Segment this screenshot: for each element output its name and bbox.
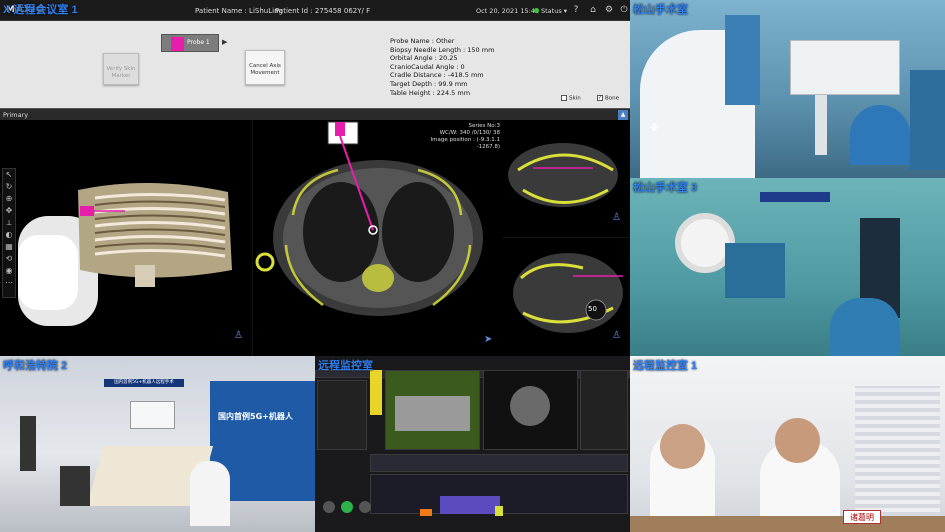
timeline-bar (440, 496, 500, 514)
series-line: Series No:3 (468, 123, 501, 129)
conference-banner: 国内首例5G+机器人远程手术 (104, 379, 184, 387)
probe-info: Probe Name : Other Biopsy Needle Length … (390, 37, 494, 97)
video-feed-or-2: 松山手术室 3 (630, 178, 945, 356)
layout-tool-icon[interactable]: ▦ (3, 241, 15, 253)
status-label: Status (541, 7, 562, 15)
wall-banner (760, 192, 830, 202)
video-feed-conference-1: 国内首例5G+机器人 国内首例5G+机器人远程手术 呼和浩特院 2 (0, 356, 315, 532)
video-feed-monitor: 远程监控室 (315, 356, 630, 532)
patient-name: Patient Name : LiShuLing (195, 7, 283, 15)
cancel-axis-movement-button[interactable]: Cancel Axis Movement (245, 50, 285, 85)
left-lung (303, 182, 379, 282)
navigation-software: MAXIO Patient Name : LiShuLing Patient I… (0, 0, 630, 356)
reset-tool-icon[interactable]: ⟲ (3, 253, 15, 265)
control-panel: Probe 1 ▶ Verify Skin Marker Cancel Axis… (0, 21, 630, 108)
home-icon[interactable]: ⌂ (588, 5, 598, 15)
feed-caption: X 远程会议室 1 (3, 4, 78, 16)
video-feed-conference-2: 远程监控室 1 (630, 356, 945, 532)
status-dot-icon (534, 8, 539, 13)
info-line: Biopsy Needle Length : 150 mm (390, 45, 495, 54)
orientation-figure-icon: ♙ (612, 212, 621, 223)
bone-checkbox[interactable]: ✓ Bone (597, 95, 619, 102)
primary-bar: Primary ▲ (0, 108, 630, 120)
orientation-figure-icon: ♙ (612, 330, 621, 341)
right-lung (382, 182, 454, 282)
more-tool-icon[interactable]: ⋯ (3, 277, 15, 289)
next-probe-icon[interactable]: ▶ (222, 38, 227, 46)
series-line: Image position : (-9.3.1.1 -1267.8) (430, 137, 500, 150)
feed-caption: 远程监控室 1 (633, 360, 698, 372)
control-knob-icon (323, 501, 335, 513)
info-line: Table Height : 224.5 mm (390, 88, 471, 97)
window-blinds (855, 386, 940, 516)
help-icon[interactable]: ? (571, 5, 581, 15)
feed-caption: 松山手术室 (633, 4, 688, 16)
coronal-view[interactable] (503, 120, 630, 237)
sagittal-view[interactable] (503, 238, 630, 356)
info-line: Target Depth : 99.9 mm (390, 79, 468, 88)
doctor (190, 461, 230, 526)
probe-selector[interactable]: Probe 1 (161, 34, 219, 52)
verify-skin-marker-button[interactable]: Verify Skin Marker (103, 53, 139, 85)
zoom-tool-icon[interactable]: ⊕ (3, 193, 15, 205)
skin-label: Skin (569, 95, 581, 102)
settings-icon[interactable]: ⚙ (604, 5, 614, 15)
info-line: Probe Name : Other (390, 37, 455, 45)
feed-caption: 松山手术室 3 (633, 182, 698, 194)
info-line: CranioCaudal Angle : 0 (390, 62, 465, 71)
power-icon[interactable]: ⏻ (619, 5, 629, 15)
series-info: Series No:3 WC/W: 340 /0/130/ 38 Image p… (420, 123, 500, 151)
primary-label: Primary (3, 111, 29, 119)
viewer-toolbar: ↖ ↻ ⊕ ✥ ⟂ ◐ ▦ ⟲ ◉ ⋯ (2, 168, 16, 298)
name-plate: 诸葛明 (843, 510, 881, 524)
wall-text: 国内首例5G+机器人 (218, 412, 293, 421)
datetime: Oct 20, 2021 15:42 (476, 7, 540, 15)
title-bar: MAXIO Patient Name : LiShuLing Patient I… (0, 0, 630, 21)
axial-ct-view[interactable] (253, 120, 503, 356)
capture-tool-icon[interactable]: ◉ (3, 265, 15, 277)
status-menu[interactable]: Status ▾ (534, 7, 567, 15)
orientation-arrow-icon: ➤ (484, 334, 493, 345)
pan-tool-icon[interactable]: ✥ (3, 205, 15, 217)
vertebra (362, 264, 394, 292)
surgeon (850, 105, 910, 165)
3d-view[interactable] (0, 120, 252, 356)
desk (630, 516, 945, 532)
rotate-tool-icon[interactable]: ↻ (3, 181, 15, 193)
pointer-tool-icon[interactable]: ↖ (3, 169, 15, 181)
collapse-icon[interactable]: ▲ (618, 110, 628, 120)
probe-label: Probe 1 (187, 39, 210, 46)
measure-tool-icon[interactable]: ⟂ (3, 217, 15, 229)
bone-label: Bone (605, 95, 620, 102)
window-tool-icon[interactable]: ◐ (3, 229, 15, 241)
video-feed-or-1: ✥ 松山手术室 (630, 0, 945, 178)
probe-icon (171, 37, 184, 51)
patient-id: Patient Id : 275458 062Y/ F (275, 7, 371, 15)
skin-checkbox[interactable]: Skin (561, 95, 581, 102)
series-line: WC/W: 340 /0/130/ 38 (439, 130, 500, 136)
info-line: Orbital Angle : 20.25 (390, 54, 458, 63)
feed-caption: 远程监控室 (318, 360, 373, 372)
robot-arm (790, 40, 900, 95)
move-icon: ✥ (650, 123, 659, 134)
info-line: Cradle Distance : -418.5 mm (390, 71, 484, 80)
angle-badge: 50 (588, 305, 597, 313)
feed-caption: 呼和浩特院 2 (3, 360, 68, 372)
orientation-figure-icon: ♙ (234, 330, 243, 341)
